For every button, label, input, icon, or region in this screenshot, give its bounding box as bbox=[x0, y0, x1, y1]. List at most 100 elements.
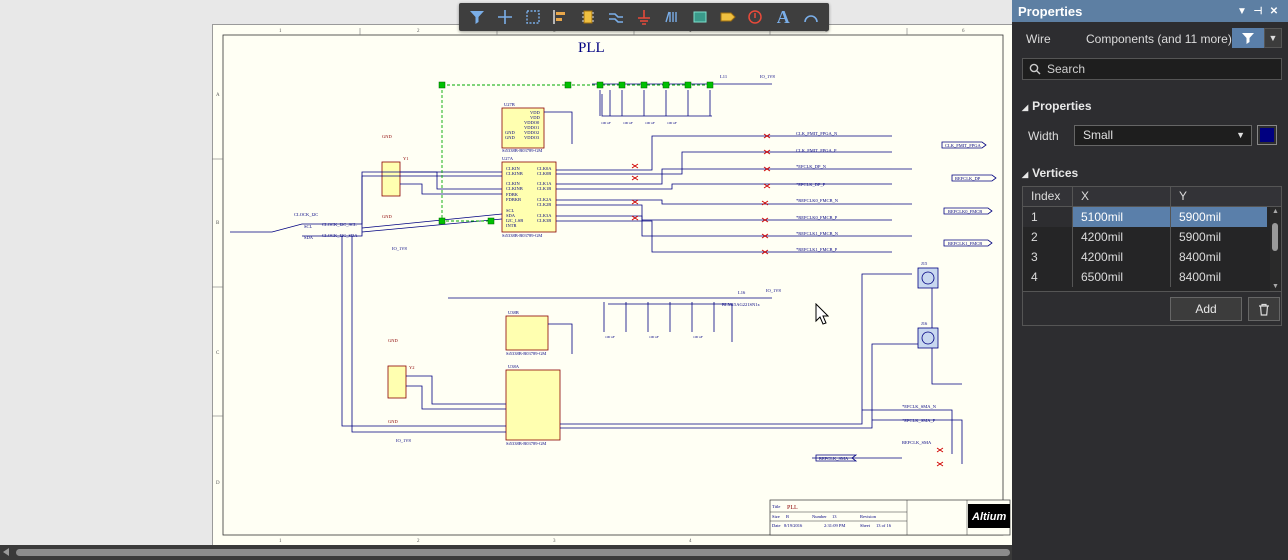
table-scrollbar[interactable]: ▲ ▼ bbox=[1270, 207, 1280, 291]
y2-ref: Y2 bbox=[409, 365, 415, 370]
net-label: L16 bbox=[738, 290, 746, 295]
port-icon[interactable] bbox=[714, 5, 742, 29]
port-label: CLK_FMIT_FPGA bbox=[945, 143, 982, 148]
schematic-canvas[interactable]: 1 2 3 4 5 6 1 2 3 4 A B C D PLL U27B VDD… bbox=[0, 0, 1012, 545]
align-icon[interactable] bbox=[547, 5, 575, 29]
table-row[interactable]: 4 6500mil 8400mil bbox=[1023, 267, 1281, 287]
wire-color-swatch[interactable] bbox=[1257, 125, 1277, 145]
object-type-label: Wire bbox=[1026, 32, 1051, 46]
y2-crystal[interactable] bbox=[387, 365, 407, 399]
u27a-pin: CLKINB bbox=[506, 171, 523, 176]
scroll-left-icon[interactable] bbox=[3, 548, 9, 556]
u27b-pin: VDDO3 bbox=[524, 135, 540, 140]
table-row[interactable]: 3 4200mil 8400mil bbox=[1023, 247, 1281, 267]
wire-icon[interactable] bbox=[602, 5, 630, 29]
ports[interactable] bbox=[815, 141, 997, 462]
filter-icon[interactable] bbox=[463, 5, 491, 29]
scrollbar-thumb[interactable] bbox=[16, 549, 1010, 556]
cap-array[interactable] bbox=[599, 90, 715, 332]
panel-header: Properties ▼ ⊣ ✕ bbox=[1012, 0, 1288, 22]
cap-value: 100 nF bbox=[649, 335, 659, 339]
arc-icon[interactable] bbox=[797, 5, 825, 29]
y1-crystal[interactable] bbox=[381, 161, 401, 197]
vertex-x[interactable]: 4200mil bbox=[1073, 227, 1171, 247]
filter-button[interactable] bbox=[1232, 28, 1264, 48]
schematic-drawing[interactable]: 1 2 3 4 5 6 1 2 3 4 A B C D PLL U27B VDD… bbox=[212, 24, 1012, 545]
vertices-section-title: Vertices bbox=[1032, 166, 1079, 180]
properties-section-header[interactable]: ◢ Properties bbox=[1022, 99, 1092, 113]
chevron-down-icon: ▼ bbox=[1268, 33, 1278, 43]
search-field[interactable]: Search bbox=[1022, 58, 1282, 80]
row-label: C bbox=[216, 351, 220, 356]
horizontal-scrollbar[interactable] bbox=[0, 545, 1012, 560]
vertex-y[interactable]: 8400mil bbox=[1171, 267, 1267, 287]
tb-number-label: Number bbox=[812, 514, 827, 519]
row-label: A bbox=[216, 93, 220, 98]
delete-vertex-button[interactable] bbox=[1248, 297, 1280, 321]
close-icon[interactable]: ✕ bbox=[1266, 6, 1282, 17]
filter-dropdown[interactable]: ▼ bbox=[1264, 28, 1282, 48]
table-row[interactable]: 2 4200mil 5900mil bbox=[1023, 227, 1281, 247]
net-label: IO_1V8 bbox=[760, 74, 775, 79]
column-header-x[interactable]: X bbox=[1073, 187, 1171, 206]
net-label: CLOCK_I2C_SDA bbox=[322, 233, 358, 238]
harness-icon[interactable] bbox=[686, 5, 714, 29]
sma-connector-j16[interactable]: J16 bbox=[917, 321, 939, 349]
u38a-symbol[interactable] bbox=[505, 369, 561, 441]
y1-ref: Y1 bbox=[403, 156, 409, 161]
scrollbar-thumb[interactable] bbox=[1272, 223, 1278, 251]
sma-connector-j15[interactable]: J15 bbox=[917, 261, 939, 289]
vertex-x[interactable]: 6500mil bbox=[1073, 267, 1171, 287]
search-placeholder: Search bbox=[1047, 62, 1086, 76]
port-label: REFCLK_SMA bbox=[819, 456, 849, 461]
title-block: Title PLL Size B Number 13 Revision Date… bbox=[769, 499, 1011, 536]
cap-value: 100 nF bbox=[623, 121, 633, 125]
col-label: 4 bbox=[689, 539, 692, 544]
vertex-index: 4 bbox=[1023, 267, 1073, 287]
y1-gnd: GND bbox=[382, 134, 392, 139]
panel-menu-icon[interactable]: ▼ bbox=[1234, 6, 1250, 17]
net-label: *EFCLK_DP_P bbox=[796, 182, 826, 187]
u27b-ref: U27B bbox=[504, 102, 515, 107]
net-label: REFCLK_SMA bbox=[902, 440, 932, 445]
text-icon[interactable]: A bbox=[769, 5, 797, 29]
u38b-symbol[interactable] bbox=[505, 315, 549, 351]
port-label: REFCLK_DP bbox=[955, 176, 981, 181]
select-rect-icon[interactable] bbox=[519, 5, 547, 29]
selection-scope[interactable]: Components (and 11 more) bbox=[1086, 32, 1232, 46]
vertex-x[interactable]: 5100mil bbox=[1073, 207, 1171, 227]
j16-ref: J16 bbox=[921, 321, 928, 326]
net-label: CLOCK_I2C bbox=[294, 212, 318, 217]
u27a-pin: CLKINB bbox=[506, 186, 523, 191]
width-select[interactable]: Small ▼ bbox=[1074, 125, 1252, 146]
bus-icon[interactable] bbox=[658, 5, 686, 29]
no-erc-icon[interactable] bbox=[741, 5, 769, 29]
scroll-up-icon[interactable]: ▲ bbox=[1272, 208, 1279, 215]
y2-gnd2: GND bbox=[388, 419, 398, 424]
power-port-icon[interactable] bbox=[630, 5, 658, 29]
column-header-index[interactable]: Index bbox=[1023, 187, 1073, 206]
vertex-y[interactable]: 5900mil bbox=[1171, 207, 1267, 227]
u27a-pin: CLK0B bbox=[537, 171, 551, 176]
table-row[interactable]: 1 5100mil 5900mil bbox=[1023, 207, 1281, 227]
component-icon[interactable] bbox=[574, 5, 602, 29]
selected-wire[interactable] bbox=[438, 81, 714, 225]
add-vertex-button[interactable]: Add bbox=[1170, 297, 1242, 321]
wire-network[interactable] bbox=[230, 83, 963, 464]
column-header-y[interactable]: Y bbox=[1171, 187, 1267, 206]
vertices-section-header[interactable]: ◢ Vertices bbox=[1022, 166, 1078, 180]
vertex-y[interactable]: 8400mil bbox=[1171, 247, 1267, 267]
filter-icon bbox=[1242, 33, 1254, 44]
tb-time-value: 2:31:09 PM bbox=[824, 523, 845, 528]
net-label: BLM15AG221SN1x bbox=[722, 302, 761, 307]
net-label: *EFCLK_SMA_P bbox=[902, 418, 936, 423]
u27a-pin: INTR bbox=[506, 223, 517, 228]
net-label: IO_1V8 bbox=[766, 288, 781, 293]
crosshair-icon[interactable] bbox=[491, 5, 519, 29]
scroll-down-icon[interactable]: ▼ bbox=[1272, 283, 1279, 290]
vertex-y[interactable]: 5900mil bbox=[1171, 227, 1267, 247]
vertex-x[interactable]: 4200mil bbox=[1073, 247, 1171, 267]
col-label: 2 bbox=[417, 539, 420, 544]
properties-panel: Properties ▼ ⊣ ✕ Wire Components (and 11… bbox=[1012, 0, 1288, 560]
pin-icon[interactable]: ⊣ bbox=[1250, 6, 1266, 17]
